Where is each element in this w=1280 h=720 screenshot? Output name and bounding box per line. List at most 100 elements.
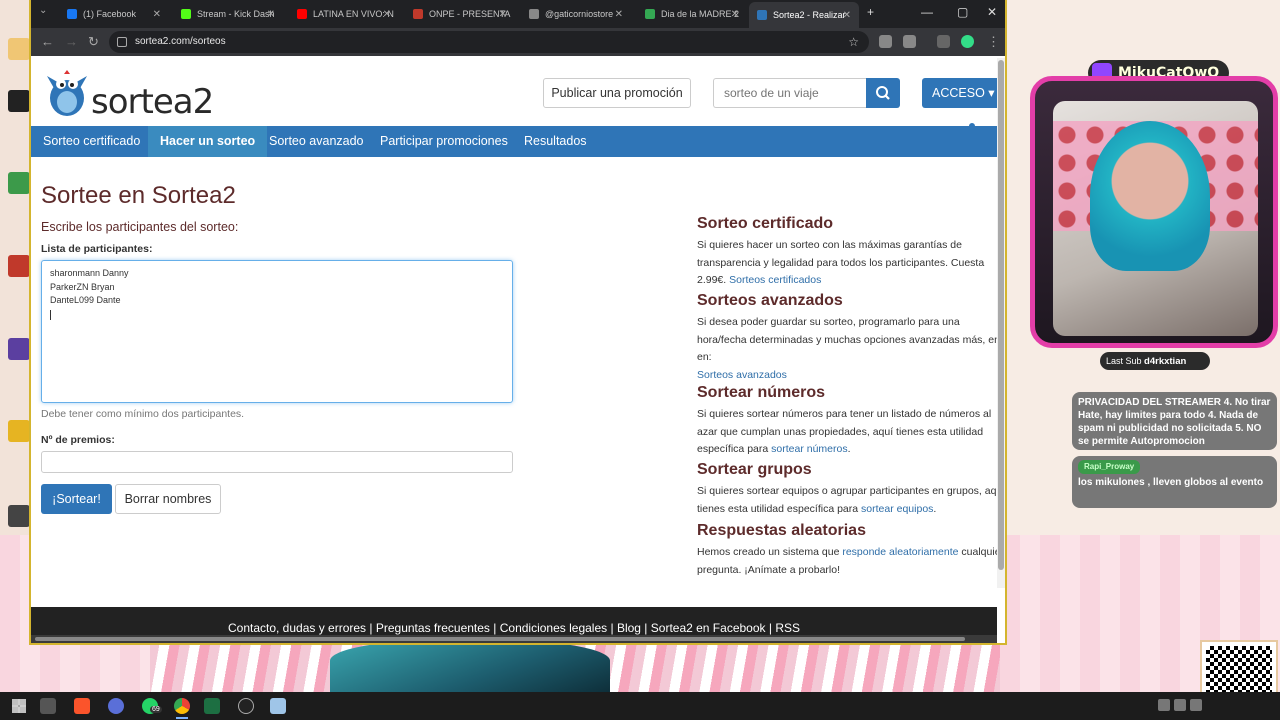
desktop-icon[interactable] — [8, 420, 30, 442]
footer-link-facebook[interactable]: Sortea2 en Facebook — [651, 621, 766, 635]
minimize-button[interactable]: — — [921, 5, 933, 19]
brave-icon[interactable] — [74, 698, 90, 714]
tray-icon[interactable] — [1190, 699, 1202, 711]
tab-sortea2[interactable]: Sortea2 - Realizar ✕ — [749, 2, 859, 28]
page-title: Sortee en Sortea2 — [41, 182, 236, 209]
tab-kick[interactable]: Stream - Kick Dash ✕ — [173, 4, 283, 24]
logo-wordmark: sortea2 — [91, 82, 214, 122]
extension-icon[interactable] — [879, 35, 892, 48]
tray-icon[interactable] — [1174, 699, 1186, 711]
access-dropdown[interactable]: ACCESO ▾ — [922, 78, 997, 108]
footer-link-blog[interactable]: Blog — [617, 621, 641, 635]
close-window-button[interactable]: ✕ — [987, 5, 997, 19]
windows-start-icon[interactable] — [12, 699, 26, 713]
participants-label: Lista de participantes: — [41, 243, 153, 255]
youtube-icon — [297, 9, 307, 19]
tray-icon[interactable] — [1158, 699, 1170, 711]
close-icon[interactable]: ✕ — [153, 9, 161, 20]
form-subtitle: Escribe los participantes del sorteo: — [41, 220, 239, 234]
random-link[interactable]: responde aleatoriamente — [842, 546, 958, 558]
chat-text: los mikulones , lleven globos al evento — [1078, 477, 1264, 488]
menu-sorteo-certificado[interactable]: Sorteo certificado — [31, 126, 152, 157]
clear-names-button[interactable]: Borrar nombres — [115, 484, 221, 514]
section-title: Sortear números — [697, 384, 826, 401]
browser-window: ⌄ (1) Facebook ✕ Stream - Kick Dash ✕ LATI… — [29, 0, 1007, 645]
whatsapp-badge: 69 — [150, 706, 162, 713]
desktop-icon[interactable] — [8, 505, 30, 527]
publish-promotion-button[interactable]: Publicar una promoción — [543, 78, 691, 108]
close-icon[interactable]: ✕ — [267, 9, 275, 20]
drive-icon — [645, 9, 655, 19]
back-icon[interactable]: ← — [41, 34, 54, 49]
bookmark-star-icon[interactable]: ☆ — [848, 31, 859, 53]
menu-hacer-sorteo[interactable]: Hacer un sorteo — [148, 126, 268, 157]
footer-link-contacto[interactable]: Contacto, dudas y errores — [228, 621, 366, 635]
section-title: Sortear grupos — [697, 461, 812, 478]
horizontal-scrollbar[interactable] — [31, 635, 997, 643]
new-tab-button[interactable]: + — [867, 5, 874, 19]
tab-gaticornio[interactable]: @gaticorniostore ✕ — [521, 4, 631, 24]
web-page: sortea2 Publicar una promoción ACCESO ▾ … — [31, 58, 997, 643]
chrome-icon[interactable] — [174, 698, 190, 719]
excel-icon[interactable] — [204, 698, 220, 714]
advanced-link[interactable]: Sorteos avanzados — [697, 369, 787, 381]
certified-link[interactable]: Sorteos certificados — [729, 274, 821, 286]
reload-icon[interactable]: ↻ — [88, 34, 99, 50]
notepad-icon[interactable] — [270, 698, 286, 714]
tab-dia-madre[interactable]: Dia de la MADRE 2 ✕ — [637, 4, 747, 24]
menu-participar-promociones[interactable]: Participar promociones — [368, 126, 520, 157]
section-title: Sorteos avanzados — [697, 292, 843, 309]
kick-icon — [181, 9, 191, 19]
task-view-icon[interactable] — [40, 698, 56, 714]
sortea2-icon — [757, 10, 767, 20]
tab-onpe[interactable]: ONPE - PRESENTA ✕ — [405, 4, 515, 24]
section-title: Sorteo certificado — [697, 215, 834, 232]
search-input[interactable] — [713, 78, 866, 108]
prizes-label: Nº de premios: — [41, 434, 115, 446]
participants-textarea[interactable]: sharonmann Danny ParkerZN Bryan DanteL09… — [41, 260, 513, 403]
site-info-icon[interactable] — [117, 37, 127, 47]
chrome-profile-icon[interactable] — [108, 698, 124, 714]
sortea2-logo[interactable]: sortea2 — [43, 68, 214, 122]
address-bar[interactable]: sortea2.com/sorteos ☆ — [109, 31, 869, 53]
desktop-icon[interactable] — [8, 38, 30, 60]
menu-dots-icon[interactable]: ⋮ — [987, 34, 1000, 50]
forward-icon[interactable]: → — [65, 34, 78, 49]
groups-link[interactable]: sortear equipos — [861, 503, 933, 515]
maximize-button[interactable]: ▢ — [957, 5, 968, 19]
search-button[interactable] — [866, 78, 900, 108]
tab-youtube[interactable]: LATINA EN VIVO: N ✕ — [289, 4, 399, 24]
desktop-icon[interactable] — [8, 338, 30, 360]
footer-link-faq[interactable]: Preguntas frecuentes — [376, 621, 490, 635]
tab-facebook[interactable]: (1) Facebook ✕ — [59, 4, 169, 24]
puzzle-icon[interactable] — [903, 35, 916, 48]
section-title: Respuestas aleatorias — [697, 522, 866, 539]
profile-avatar[interactable] — [961, 35, 974, 48]
close-icon[interactable]: ✕ — [731, 9, 739, 20]
vertical-scrollbar[interactable] — [997, 58, 1005, 588]
certified-section: Sorteo certificado Si quieres hacer un s… — [697, 215, 997, 291]
close-icon[interactable]: ✕ — [499, 9, 507, 20]
tab-search-icon[interactable]: ⌄ — [39, 5, 47, 16]
document-icon — [413, 9, 423, 19]
footer-link-legal[interactable]: Condiciones legales — [500, 621, 607, 635]
close-icon[interactable]: ✕ — [383, 9, 391, 20]
close-icon[interactable]: ✕ — [615, 9, 623, 20]
footer-link-rss[interactable]: RSS — [775, 621, 800, 635]
draw-button[interactable]: ¡Sortear! — [41, 484, 112, 514]
participant-line: ParkerZN Bryan — [50, 281, 115, 292]
facebook-icon — [67, 9, 77, 19]
desktop-icon[interactable] — [8, 90, 30, 112]
close-icon[interactable]: ✕ — [843, 10, 851, 21]
numbers-link[interactable]: sortear números — [771, 443, 847, 455]
taskbar: 69 — [0, 692, 1280, 720]
media-icon[interactable] — [937, 35, 950, 48]
menu-resultados[interactable]: Resultados — [512, 126, 599, 157]
groups-section: Sortear grupos Si quieres sortear equipo… — [697, 461, 997, 519]
obs-icon[interactable] — [238, 698, 254, 714]
desktop-icon[interactable] — [8, 172, 30, 194]
menu-sorteo-avanzado[interactable]: Sorteo avanzado — [257, 126, 376, 157]
main-menu: Sorteo certificado Hacer un sorteo Sorte… — [31, 126, 997, 157]
prizes-input[interactable] — [41, 451, 513, 473]
desktop-icon[interactable] — [8, 255, 30, 277]
